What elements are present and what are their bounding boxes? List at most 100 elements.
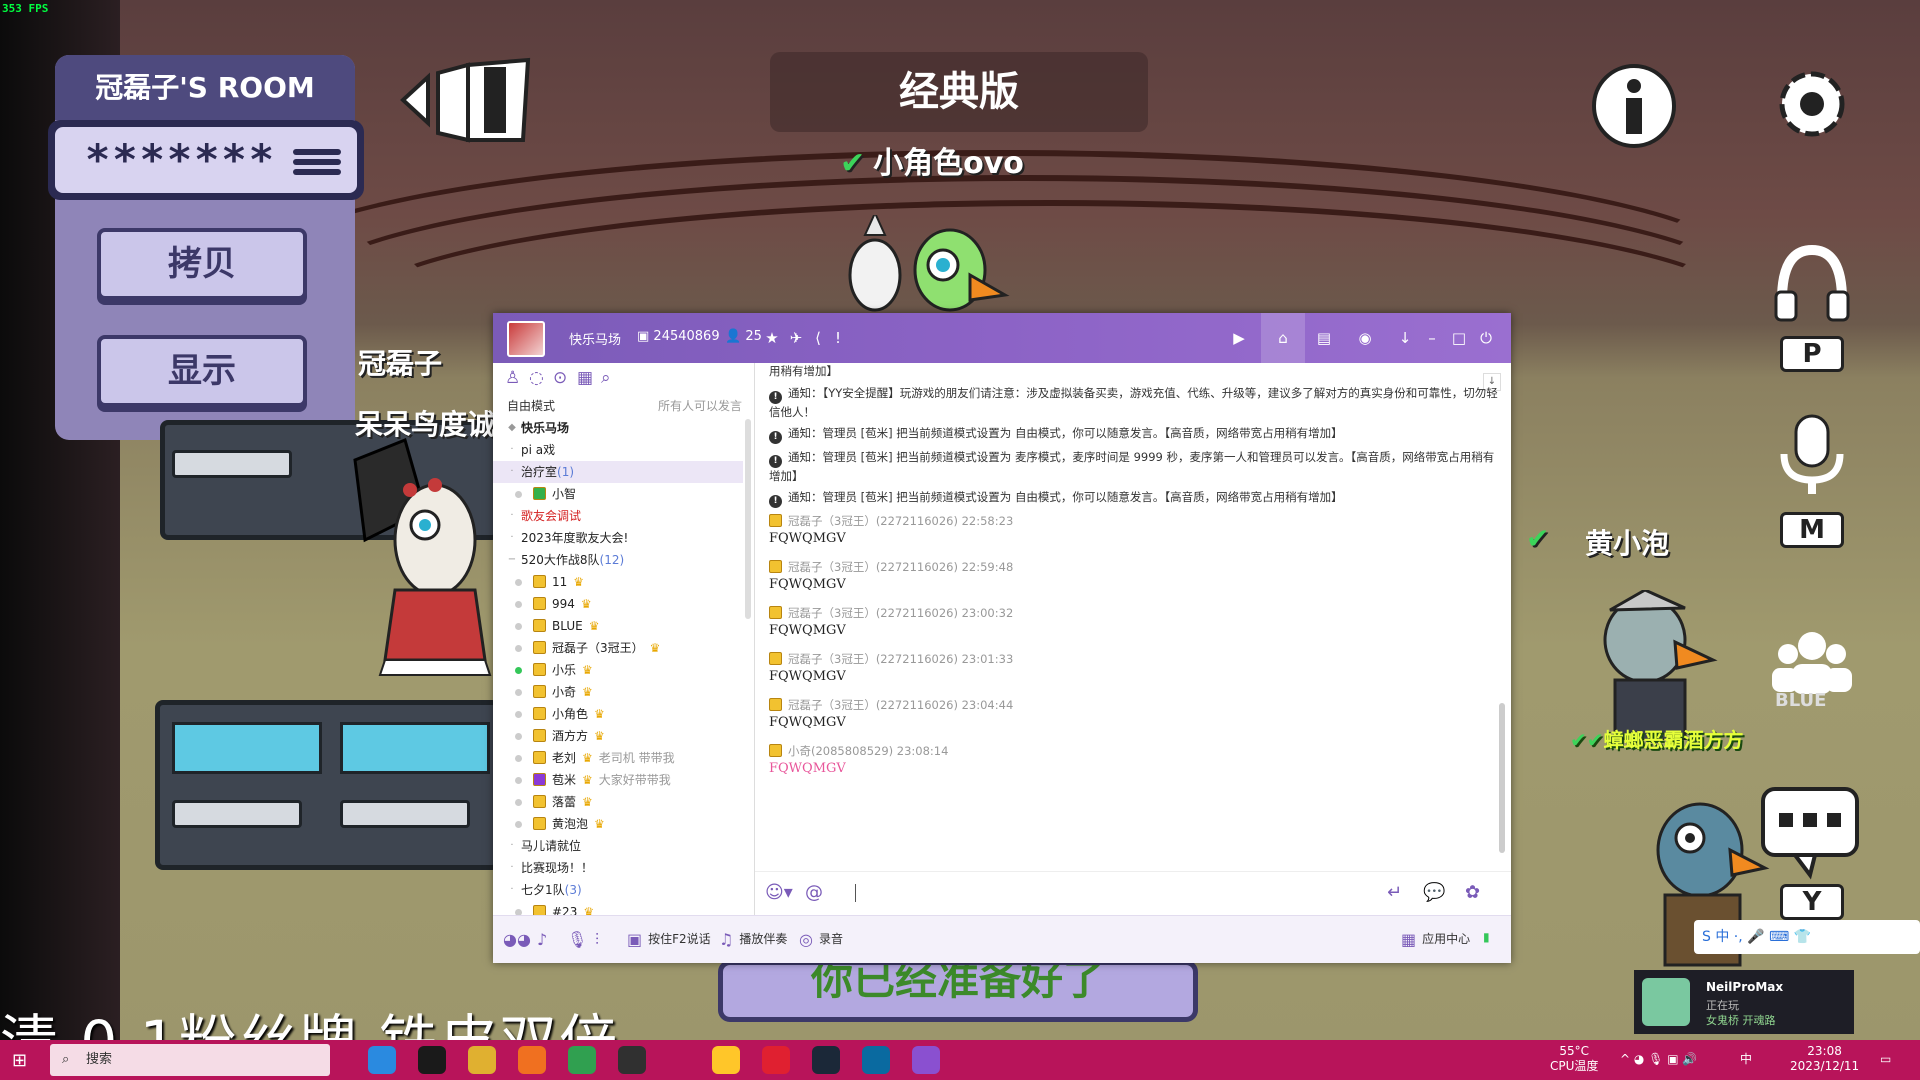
ime-indicator[interactable]: 中 bbox=[1740, 1052, 1752, 1067]
chat-bubble-icon[interactable]: 💬 bbox=[1423, 882, 1445, 903]
mute-key[interactable]: M bbox=[1780, 512, 1844, 548]
tree-user[interactable]: 小奇 ♛ bbox=[493, 681, 743, 703]
tree-channel[interactable]: · 治疗室(1) bbox=[493, 461, 743, 483]
tree-user[interactable]: BLUE ♛ bbox=[493, 615, 743, 637]
push-to-talk-key[interactable]: P bbox=[1780, 336, 1844, 372]
tree-user[interactable]: 黄泡泡 ♛ bbox=[493, 813, 743, 835]
exit-door-icon[interactable] bbox=[398, 55, 538, 145]
message-meta[interactable]: 冠磊子（3冠王）(2272116026) 23:00:32 bbox=[769, 605, 1013, 621]
obs-icon[interactable] bbox=[618, 1046, 646, 1074]
board-icon[interactable]: ▤ bbox=[1313, 327, 1335, 349]
activity-tab-icon[interactable]: ◌ bbox=[529, 368, 544, 388]
tree-channel[interactable]: ◆ 快乐马场 bbox=[493, 417, 743, 439]
message-meta[interactable]: 冠磊子（3冠王）(2272116026) 22:58:23 bbox=[769, 513, 1013, 529]
yy-icon[interactable] bbox=[712, 1046, 740, 1074]
netease-music-icon[interactable] bbox=[762, 1046, 790, 1074]
tree-user[interactable]: 小角色 ♛ bbox=[493, 703, 743, 725]
tree-channel[interactable]: · 马儿请就位 bbox=[493, 835, 743, 857]
folder-icon[interactable] bbox=[468, 1046, 496, 1074]
expand-icon[interactable]: ◆ bbox=[507, 417, 517, 439]
terminal-icon[interactable] bbox=[418, 1046, 446, 1074]
expand-icon[interactable]: · bbox=[507, 857, 517, 879]
microphone-icon[interactable] bbox=[1768, 410, 1856, 498]
app-icon[interactable] bbox=[568, 1046, 596, 1074]
flower-icon[interactable]: ✿ bbox=[1465, 882, 1480, 903]
chat-icon[interactable] bbox=[1755, 775, 1865, 885]
expand-icon[interactable]: · bbox=[507, 527, 517, 549]
expand-icon[interactable]: · bbox=[507, 439, 517, 461]
menu-icon[interactable] bbox=[293, 149, 341, 175]
headphones-icon[interactable] bbox=[1768, 240, 1856, 328]
steam-icon[interactable] bbox=[812, 1046, 840, 1074]
tree-user[interactable]: 11 ♛ bbox=[493, 571, 743, 593]
play-music-button[interactable]: ♫ 播放伴奏 bbox=[719, 930, 787, 949]
minimize-icon[interactable]: – bbox=[1421, 327, 1443, 349]
taskbar-search[interactable]: ⌕ 搜索 bbox=[50, 1044, 330, 1076]
search-icon[interactable]: ⌕ bbox=[601, 368, 611, 388]
location-tab-icon[interactable]: ⊙ bbox=[553, 368, 567, 388]
copy-button[interactable]: 拷贝 bbox=[97, 228, 307, 300]
user-tab-icon[interactable]: ♙ bbox=[505, 368, 520, 388]
expand-icon[interactable]: · bbox=[507, 461, 517, 483]
record-button[interactable]: ◎ 录音 bbox=[799, 930, 843, 949]
expand-icon[interactable]: · bbox=[507, 505, 517, 527]
gamepad-icon[interactable]: ◉ bbox=[1354, 327, 1376, 349]
tree-channel[interactable]: · 歌友会调试 bbox=[493, 505, 743, 527]
plane-icon[interactable]: ✈ bbox=[785, 327, 807, 349]
video-icon[interactable]: ▶ bbox=[1228, 327, 1250, 349]
message-meta[interactable]: 冠磊子（3冠王）(2272116026) 23:04:44 bbox=[769, 697, 1013, 713]
share-icon[interactable]: ⟨ bbox=[807, 327, 829, 349]
gear-icon[interactable] bbox=[1768, 60, 1856, 148]
app-center-button[interactable]: ▦ 应用中心 bbox=[1401, 930, 1470, 949]
tree-user[interactable]: 老刘 ♛ 老司机 带带我 bbox=[493, 747, 743, 769]
speaker-icon[interactable]: ♪ bbox=[537, 930, 553, 949]
tree-channel[interactable]: −520大作战8队(12) bbox=[493, 549, 743, 571]
tree-user[interactable]: 苞米 ♛ 大家好带带我 bbox=[493, 769, 743, 791]
notification-center-icon[interactable]: ▭ bbox=[1880, 1052, 1891, 1067]
tree-user[interactable]: 小乐 ♛ bbox=[493, 659, 743, 681]
edge-icon[interactable] bbox=[368, 1046, 396, 1074]
expand-icon[interactable]: − bbox=[507, 549, 517, 571]
expand-icon[interactable]: · bbox=[507, 835, 517, 857]
tree-user[interactable]: 冠磊子（3冠王） ♛ bbox=[493, 637, 743, 659]
download-icon[interactable]: ↓ bbox=[1394, 327, 1416, 349]
show-button[interactable]: 显示 bbox=[97, 335, 307, 407]
owl-icon[interactable]: ◕◕ bbox=[503, 930, 537, 949]
app-icon[interactable] bbox=[518, 1046, 546, 1074]
message-meta[interactable]: 小奇(2085808529) 23:08:14 bbox=[769, 743, 948, 759]
mention-icon[interactable]: @ bbox=[805, 882, 823, 903]
tree-channel[interactable]: · 七夕1队(3) bbox=[493, 879, 743, 901]
tree-user[interactable]: 酒方方 ♛ bbox=[493, 725, 743, 747]
tree-scrollbar[interactable] bbox=[745, 419, 751, 619]
tree-channel[interactable]: · pi a戏 bbox=[493, 439, 743, 461]
enter-icon[interactable]: ↵ bbox=[1387, 882, 1402, 903]
message-meta[interactable]: 冠磊子（3冠王）(2272116026) 22:59:48 bbox=[769, 559, 1013, 575]
expand-icon[interactable]: · bbox=[507, 879, 517, 901]
room-password-field[interactable]: ******* bbox=[48, 120, 364, 200]
tray-icons[interactable]: ^ ◕ 🎙 ▣ 🔊 bbox=[1620, 1052, 1697, 1067]
list-tab-icon[interactable]: ▦ bbox=[577, 368, 593, 388]
tree-user[interactable]: 落蕾 ♛ bbox=[493, 791, 743, 813]
app-icon[interactable] bbox=[862, 1046, 890, 1074]
mic-icon[interactable]: 🎙 bbox=[567, 930, 593, 949]
chat-input-bar[interactable]: ☺▾ @ ↵ 💬 ✿ bbox=[755, 871, 1511, 915]
star-icon[interactable]: ★ bbox=[761, 327, 783, 349]
game-notification[interactable]: NeilProMax 正在玩 女鬼桥 开魂路 bbox=[1634, 970, 1854, 1034]
chat-key[interactable]: Y bbox=[1780, 884, 1844, 920]
alert-icon[interactable]: ! bbox=[827, 327, 849, 349]
mixer-icon[interactable]: ⫶ bbox=[595, 930, 605, 950]
home-icon[interactable]: ⌂ bbox=[1272, 327, 1294, 349]
ime-toolbar[interactable]: S 中 ·, 🎤 ⌨ 👕 bbox=[1694, 920, 1920, 954]
push-to-talk-button[interactable]: ▣ 按住F2说话 bbox=[627, 930, 711, 949]
tree-channel[interactable]: · 比赛现场！！ bbox=[493, 857, 743, 879]
message-meta[interactable]: 冠磊子（3冠王）(2272116026) 23:01:33 bbox=[769, 651, 1013, 667]
emoji-icon[interactable]: ☺▾ bbox=[765, 882, 793, 903]
tree-channel[interactable]: · 2023年度歌友大会! bbox=[493, 527, 743, 549]
tree-user[interactable]: 994 ♛ bbox=[493, 593, 743, 615]
windows-start-icon[interactable]: ⊞ bbox=[12, 1050, 27, 1071]
info-icon[interactable] bbox=[1590, 62, 1678, 150]
chat-scrollbar[interactable] bbox=[1499, 703, 1505, 853]
goose-game-icon[interactable] bbox=[912, 1046, 940, 1074]
power-icon[interactable]: ⏻ bbox=[1475, 327, 1497, 349]
maximize-icon[interactable]: □ bbox=[1448, 327, 1470, 349]
